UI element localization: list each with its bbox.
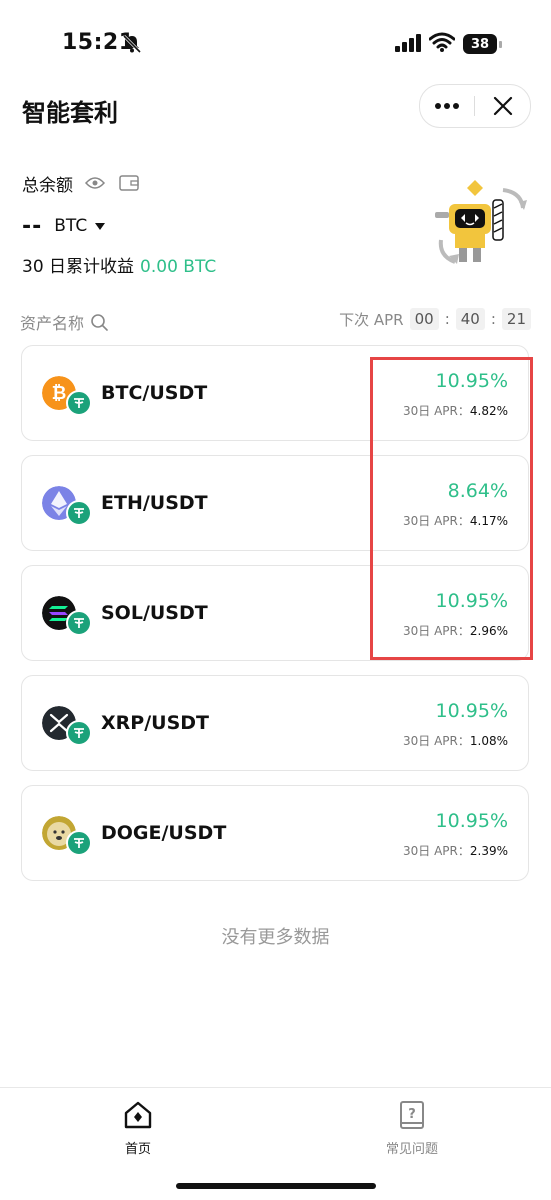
usdt-icon (66, 830, 92, 856)
apr-value: 10.95% (435, 700, 508, 722)
apr-30d: 30日 APR：1.08% (403, 734, 508, 748)
list-header: 资产名称 下次 APR 00 : 40 : 21 (20, 308, 531, 334)
bell-muted-icon (122, 34, 142, 54)
faq-book-icon: ? (400, 1101, 424, 1129)
currency-selector[interactable]: BTC (54, 216, 87, 236)
eye-icon[interactable] (85, 176, 105, 190)
timer-seconds: 21 (501, 308, 531, 330)
status-bar: 15:21 38 (0, 0, 551, 88)
usdt-icon (66, 610, 92, 636)
cellular-signal-icon (395, 34, 421, 52)
profit-value: 0.00 BTC (140, 257, 217, 277)
timer-minutes: 40 (455, 308, 485, 330)
battery-level: 38 (463, 34, 497, 54)
nav-home[interactable]: 首页 (100, 1100, 176, 1160)
next-apr-label: 下次 APR (339, 310, 404, 329)
apr-30d: 30日 APR：2.96% (403, 624, 508, 638)
asset-column-label: 资产名称 (20, 314, 85, 333)
timer-hours: 00 (409, 308, 439, 330)
balance-value: -- (22, 213, 43, 239)
usdt-icon (66, 390, 92, 416)
page-title: 智能套利 (22, 99, 118, 127)
balance-row: -- BTC (22, 213, 106, 239)
pair-card-eth[interactable]: ETH/USDT 8.64% 30日 APR：4.17% (21, 455, 529, 551)
more-button[interactable] (420, 85, 474, 127)
pair-name: ETH/USDT (101, 492, 208, 514)
apr-value: 10.95% (435, 810, 508, 832)
no-more-data-text: 没有更多数据 (221, 927, 330, 948)
next-apr-countdown: 下次 APR 00 : 40 : 21 (339, 308, 531, 330)
search-icon[interactable] (90, 313, 108, 331)
profit-row: 30 日累计收益 0.00 BTC (22, 252, 216, 277)
close-icon (493, 96, 513, 116)
wallet-icon[interactable] (119, 175, 139, 191)
robot-illustration (435, 180, 527, 264)
apr-30d-value: 1.08% (469, 734, 508, 748)
apr-30d: 30日 APR：4.82% (403, 404, 508, 418)
pair-name: DOGE/USDT (101, 822, 227, 844)
wifi-icon (429, 32, 455, 52)
svg-text:₿: ₿ (52, 383, 67, 404)
nav-faq[interactable]: ? 常见问题 (374, 1100, 450, 1160)
apr-value: 8.64% (447, 480, 508, 502)
apr-30d-value: 4.82% (469, 404, 508, 418)
balance-label: 总余额 (22, 175, 73, 196)
asset-column-header: 资产名称 (20, 310, 108, 334)
home-indicator (176, 1183, 376, 1189)
pair-name: XRP/USDT (101, 712, 209, 734)
more-dots-icon (435, 103, 459, 109)
apr-30d-value: 2.96% (469, 624, 508, 638)
profit-label: 30 日累计收益 (22, 257, 135, 277)
apr-30d-value: 2.39% (469, 844, 508, 858)
apr-30d: 30日 APR：4.17% (403, 514, 508, 528)
close-button[interactable] (476, 85, 530, 127)
pair-card-btc[interactable]: ₿ BTC/USDT 10.95% 30日 APR：4.82% (21, 345, 529, 441)
smart-arbitrage-page: 15:21 38 智能套利 总余额 -- BTC 30 日累计收益 0.00 B… (0, 0, 551, 1200)
caret-down-icon[interactable] (95, 222, 106, 230)
apr-value: 10.95% (435, 370, 508, 392)
pair-card-sol[interactable]: SOL/USDT 10.95% 30日 APR：2.96% (21, 565, 529, 661)
mini-program-capsule (419, 84, 531, 128)
pair-name: BTC/USDT (101, 382, 208, 404)
pair-card-doge[interactable]: DOGE/USDT 10.95% 30日 APR：2.39% (21, 785, 529, 881)
balance-label-row: 总余额 (22, 172, 139, 196)
apr-30d: 30日 APR：2.39% (403, 844, 508, 858)
battery-icon: 38 (463, 34, 503, 54)
usdt-icon (66, 720, 92, 746)
nav-faq-label: 常见问题 (385, 1142, 438, 1157)
nav-home-label: 首页 (124, 1142, 151, 1157)
usdt-icon (66, 500, 92, 526)
pair-card-xrp[interactable]: XRP/USDT 10.95% 30日 APR：1.08% (21, 675, 529, 771)
pair-name: SOL/USDT (101, 602, 208, 624)
svg-text:?: ? (408, 1107, 416, 1122)
apr-value: 10.95% (435, 590, 508, 612)
header: 智能套利 (0, 84, 551, 134)
home-icon (124, 1101, 152, 1129)
apr-30d-value: 4.17% (469, 514, 508, 528)
